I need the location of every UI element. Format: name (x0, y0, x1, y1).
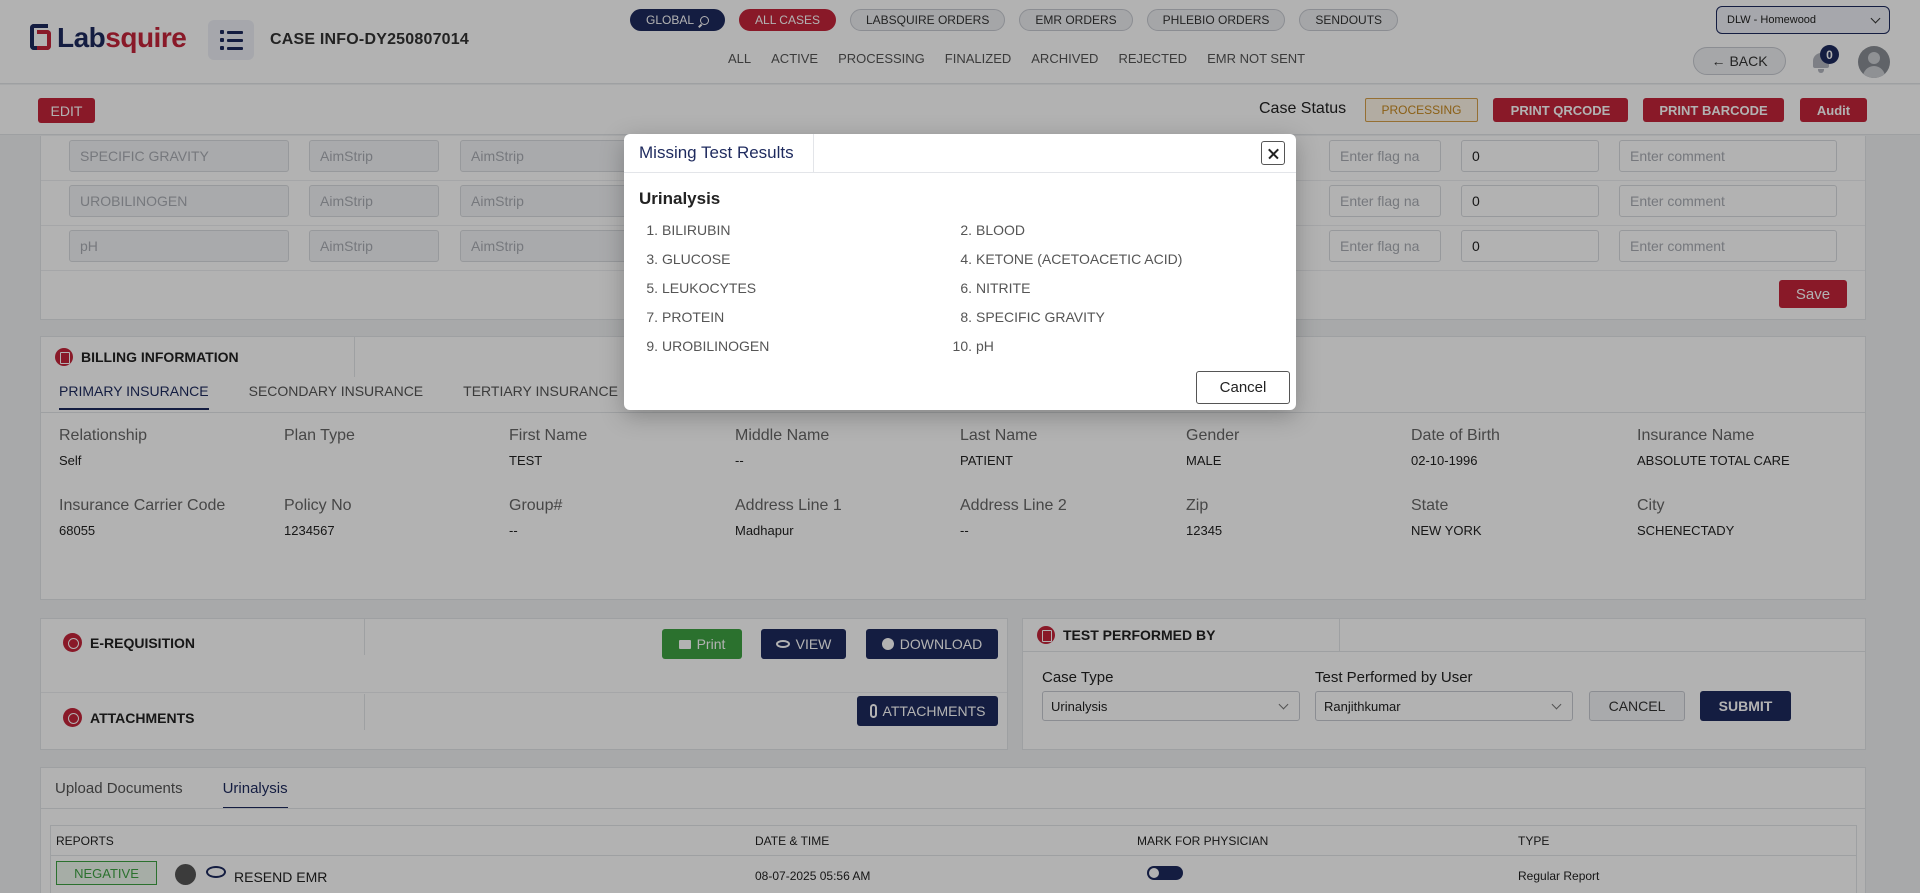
header-divider (813, 134, 814, 173)
missing-test-results-modal: Missing Test Results Urinalysis 1. BILIRU… (624, 134, 1296, 410)
list-item: 4. KETONE (ACETOACETIC ACID) (957, 251, 1182, 267)
item-number: 1. (646, 222, 658, 238)
list-item: 6. NITRITE (957, 280, 1030, 296)
list-item: 10. pH (949, 338, 994, 354)
list-item: 3. GLUCOSE (643, 251, 730, 267)
list-item: 1. BILIRUBIN (643, 222, 730, 238)
item-label: SPECIFIC GRAVITY (976, 309, 1105, 325)
item-label: GLUCOSE (662, 251, 731, 267)
item-number: 9. (646, 338, 658, 354)
item-label: BILIRUBIN (662, 222, 731, 238)
item-number: 6. (960, 280, 972, 296)
list-item: 7. PROTEIN (643, 309, 724, 325)
item-number: 2. (960, 222, 972, 238)
item-label: UROBILINOGEN (662, 338, 770, 354)
item-number: 3. (646, 251, 658, 267)
list-item: 8. SPECIFIC GRAVITY (957, 309, 1105, 325)
item-number: 8. (960, 309, 972, 325)
modal-section-title: Urinalysis (639, 189, 721, 208)
list-item: 5. LEUKOCYTES (643, 280, 756, 296)
item-label: KETONE (ACETOACETIC ACID) (976, 251, 1183, 267)
item-label: PROTEIN (662, 309, 725, 325)
list-item: 2. BLOOD (957, 222, 1025, 238)
modal-title: Missing Test Results (639, 143, 794, 162)
item-number: 5. (646, 280, 658, 296)
close-icon[interactable] (1261, 141, 1285, 165)
item-label: NITRITE (976, 280, 1031, 296)
cancel-button[interactable]: Cancel (1196, 371, 1290, 404)
item-label: pH (976, 338, 994, 354)
modal-header: Missing Test Results (624, 134, 1296, 173)
item-number: 4. (960, 251, 972, 267)
item-label: BLOOD (976, 222, 1026, 238)
item-number: 7. (646, 309, 658, 325)
item-number: 10. (952, 338, 972, 354)
list-item: 9. UROBILINOGEN (643, 338, 769, 354)
item-label: LEUKOCYTES (662, 280, 757, 296)
